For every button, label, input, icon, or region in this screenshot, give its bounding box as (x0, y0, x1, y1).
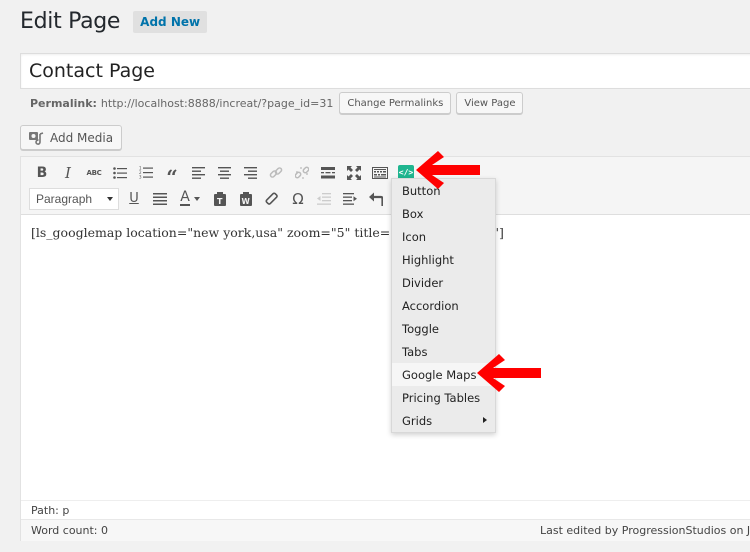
post-title-input[interactable]: Contact Page (20, 53, 750, 89)
media-icon (29, 131, 45, 145)
justify-icon (153, 192, 167, 205)
italic-button[interactable]: I (55, 160, 81, 185)
fullscreen-button[interactable] (341, 160, 367, 185)
fullscreen-icon (347, 165, 361, 180)
insert-link-button[interactable] (263, 160, 289, 185)
menu-item-highlight[interactable]: Highlight (392, 248, 495, 271)
undo-icon (369, 192, 383, 206)
unlink-icon (295, 166, 309, 179)
paste-text-icon: T (214, 191, 226, 206)
undo-button[interactable] (363, 186, 389, 211)
annotation-arrow-icon (477, 354, 541, 392)
format-select[interactable]: Paragraph (29, 187, 119, 210)
strikethrough-button[interactable]: ABC (81, 160, 107, 185)
toolbar-row-2: Paragraph U A T W Ω (29, 185, 389, 212)
menu-item-label: Divider (402, 275, 444, 290)
format-select-value: Paragraph (36, 191, 93, 206)
menu-item-label: Google Maps (402, 367, 477, 382)
menu-item-divider[interactable]: Divider (392, 271, 495, 294)
outdent-icon (317, 192, 331, 205)
svg-text:W: W (242, 197, 251, 206)
annotation-arrow-icon (416, 151, 480, 189)
justify-button[interactable] (147, 186, 173, 211)
add-new-button[interactable]: Add New (133, 10, 208, 33)
text-color-icon: A (180, 189, 190, 206)
editor: B I ABC 123 “ </> Paragraph U A T W Ω [l… (20, 156, 750, 541)
paste-from-word-button[interactable]: W (233, 186, 259, 211)
keyboard-icon (372, 166, 388, 179)
editor-toolbar: B I ABC 123 “ </> Paragraph U A T W Ω (21, 157, 750, 215)
bulleted-list-button[interactable] (107, 160, 133, 185)
align-right-icon (243, 166, 257, 179)
blockquote-button[interactable]: “ (159, 160, 185, 189)
numbered-list-button[interactable]: 123 (133, 160, 159, 185)
align-left-icon (191, 166, 205, 179)
svg-text:3: 3 (139, 175, 142, 180)
menu-item-label: Icon (402, 229, 427, 244)
page-title: Edit Page (20, 9, 121, 34)
bold-button[interactable]: B (29, 160, 55, 185)
status-bar: Word count: 0 Last edited by Progression… (21, 519, 750, 541)
add-media-button[interactable]: Add Media (20, 125, 123, 150)
italic-icon: I (65, 163, 71, 182)
editor-content[interactable]: [ls_googlemap location="new york,usa" zo… (21, 215, 750, 500)
menu-item-label: Toggle (402, 321, 439, 336)
chevron-down-icon (107, 196, 113, 201)
blockquote-icon: “ (166, 164, 178, 189)
special-character-button[interactable]: Ω (285, 186, 311, 211)
menu-item-label: Pricing Tables (402, 390, 481, 405)
last-edited: Last edited by ProgressionStudios on Jan… (540, 524, 750, 537)
omega-icon: Ω (292, 189, 304, 208)
underline-button[interactable]: U (121, 186, 147, 211)
svg-text:T: T (217, 197, 223, 206)
align-right-button[interactable] (237, 160, 263, 185)
toolbar-row-1: B I ABC 123 “ </> (29, 160, 419, 189)
read-more-button[interactable] (315, 160, 341, 185)
toolbar-toggle-button[interactable] (367, 160, 393, 185)
strikethrough-icon: ABC (86, 168, 102, 177)
menu-item-toggle[interactable]: Toggle (392, 317, 495, 340)
menu-item-label: Tabs (402, 344, 428, 359)
underline-icon: U (129, 191, 139, 206)
paste-word-icon: W (240, 191, 252, 206)
view-page-button[interactable]: View Page (456, 92, 524, 114)
path-bar: Path: p (21, 500, 750, 519)
bold-icon: B (36, 164, 48, 181)
page-heading: Edit Page Add New (20, 9, 208, 34)
permalink-url[interactable]: http://localhost:8888/increat/?page_id=3… (101, 97, 333, 110)
paste-as-text-button[interactable]: T (207, 186, 233, 211)
content-paragraph: [ls_googlemap location="new york,usa" zo… (31, 225, 504, 240)
menu-item-icon[interactable]: Icon (392, 225, 495, 248)
clear-formatting-button[interactable] (259, 186, 285, 211)
indent-button[interactable] (337, 186, 363, 211)
menu-item-label: Highlight (402, 252, 454, 267)
indent-icon (343, 192, 357, 205)
remove-link-button[interactable] (289, 160, 315, 185)
add-media-label: Add Media (50, 130, 114, 145)
menu-item-accordion[interactable]: Accordion (392, 294, 495, 317)
chevron-down-icon (193, 196, 200, 201)
menu-item-box[interactable]: Box (392, 202, 495, 225)
permalink-row: Permalink: http://localhost:8888/increat… (30, 92, 524, 114)
bulleted-list-icon (113, 166, 127, 179)
read-more-icon (321, 166, 335, 178)
outdent-button[interactable] (311, 186, 337, 211)
submenu-arrow-icon (483, 417, 487, 423)
change-permalinks-button[interactable]: Change Permalinks (339, 92, 452, 114)
align-center-icon (217, 166, 231, 179)
eraser-icon (265, 191, 278, 205)
menu-item-label: Box (402, 206, 424, 221)
menu-item-label: Grids (402, 413, 433, 428)
shortcode-dropdown-menu: Button Box Icon Highlight Divider Accord… (391, 178, 496, 433)
align-center-button[interactable] (211, 160, 237, 185)
menu-item-grids[interactable]: Grids (392, 409, 495, 432)
text-color-button[interactable]: A (173, 186, 207, 211)
link-icon (269, 166, 283, 178)
menu-item-label: Accordion (402, 298, 459, 313)
word-count: Word count: 0 (31, 524, 109, 537)
numbered-list-icon: 123 (139, 166, 153, 179)
permalink-label: Permalink: (30, 96, 97, 110)
align-left-button[interactable] (185, 160, 211, 185)
